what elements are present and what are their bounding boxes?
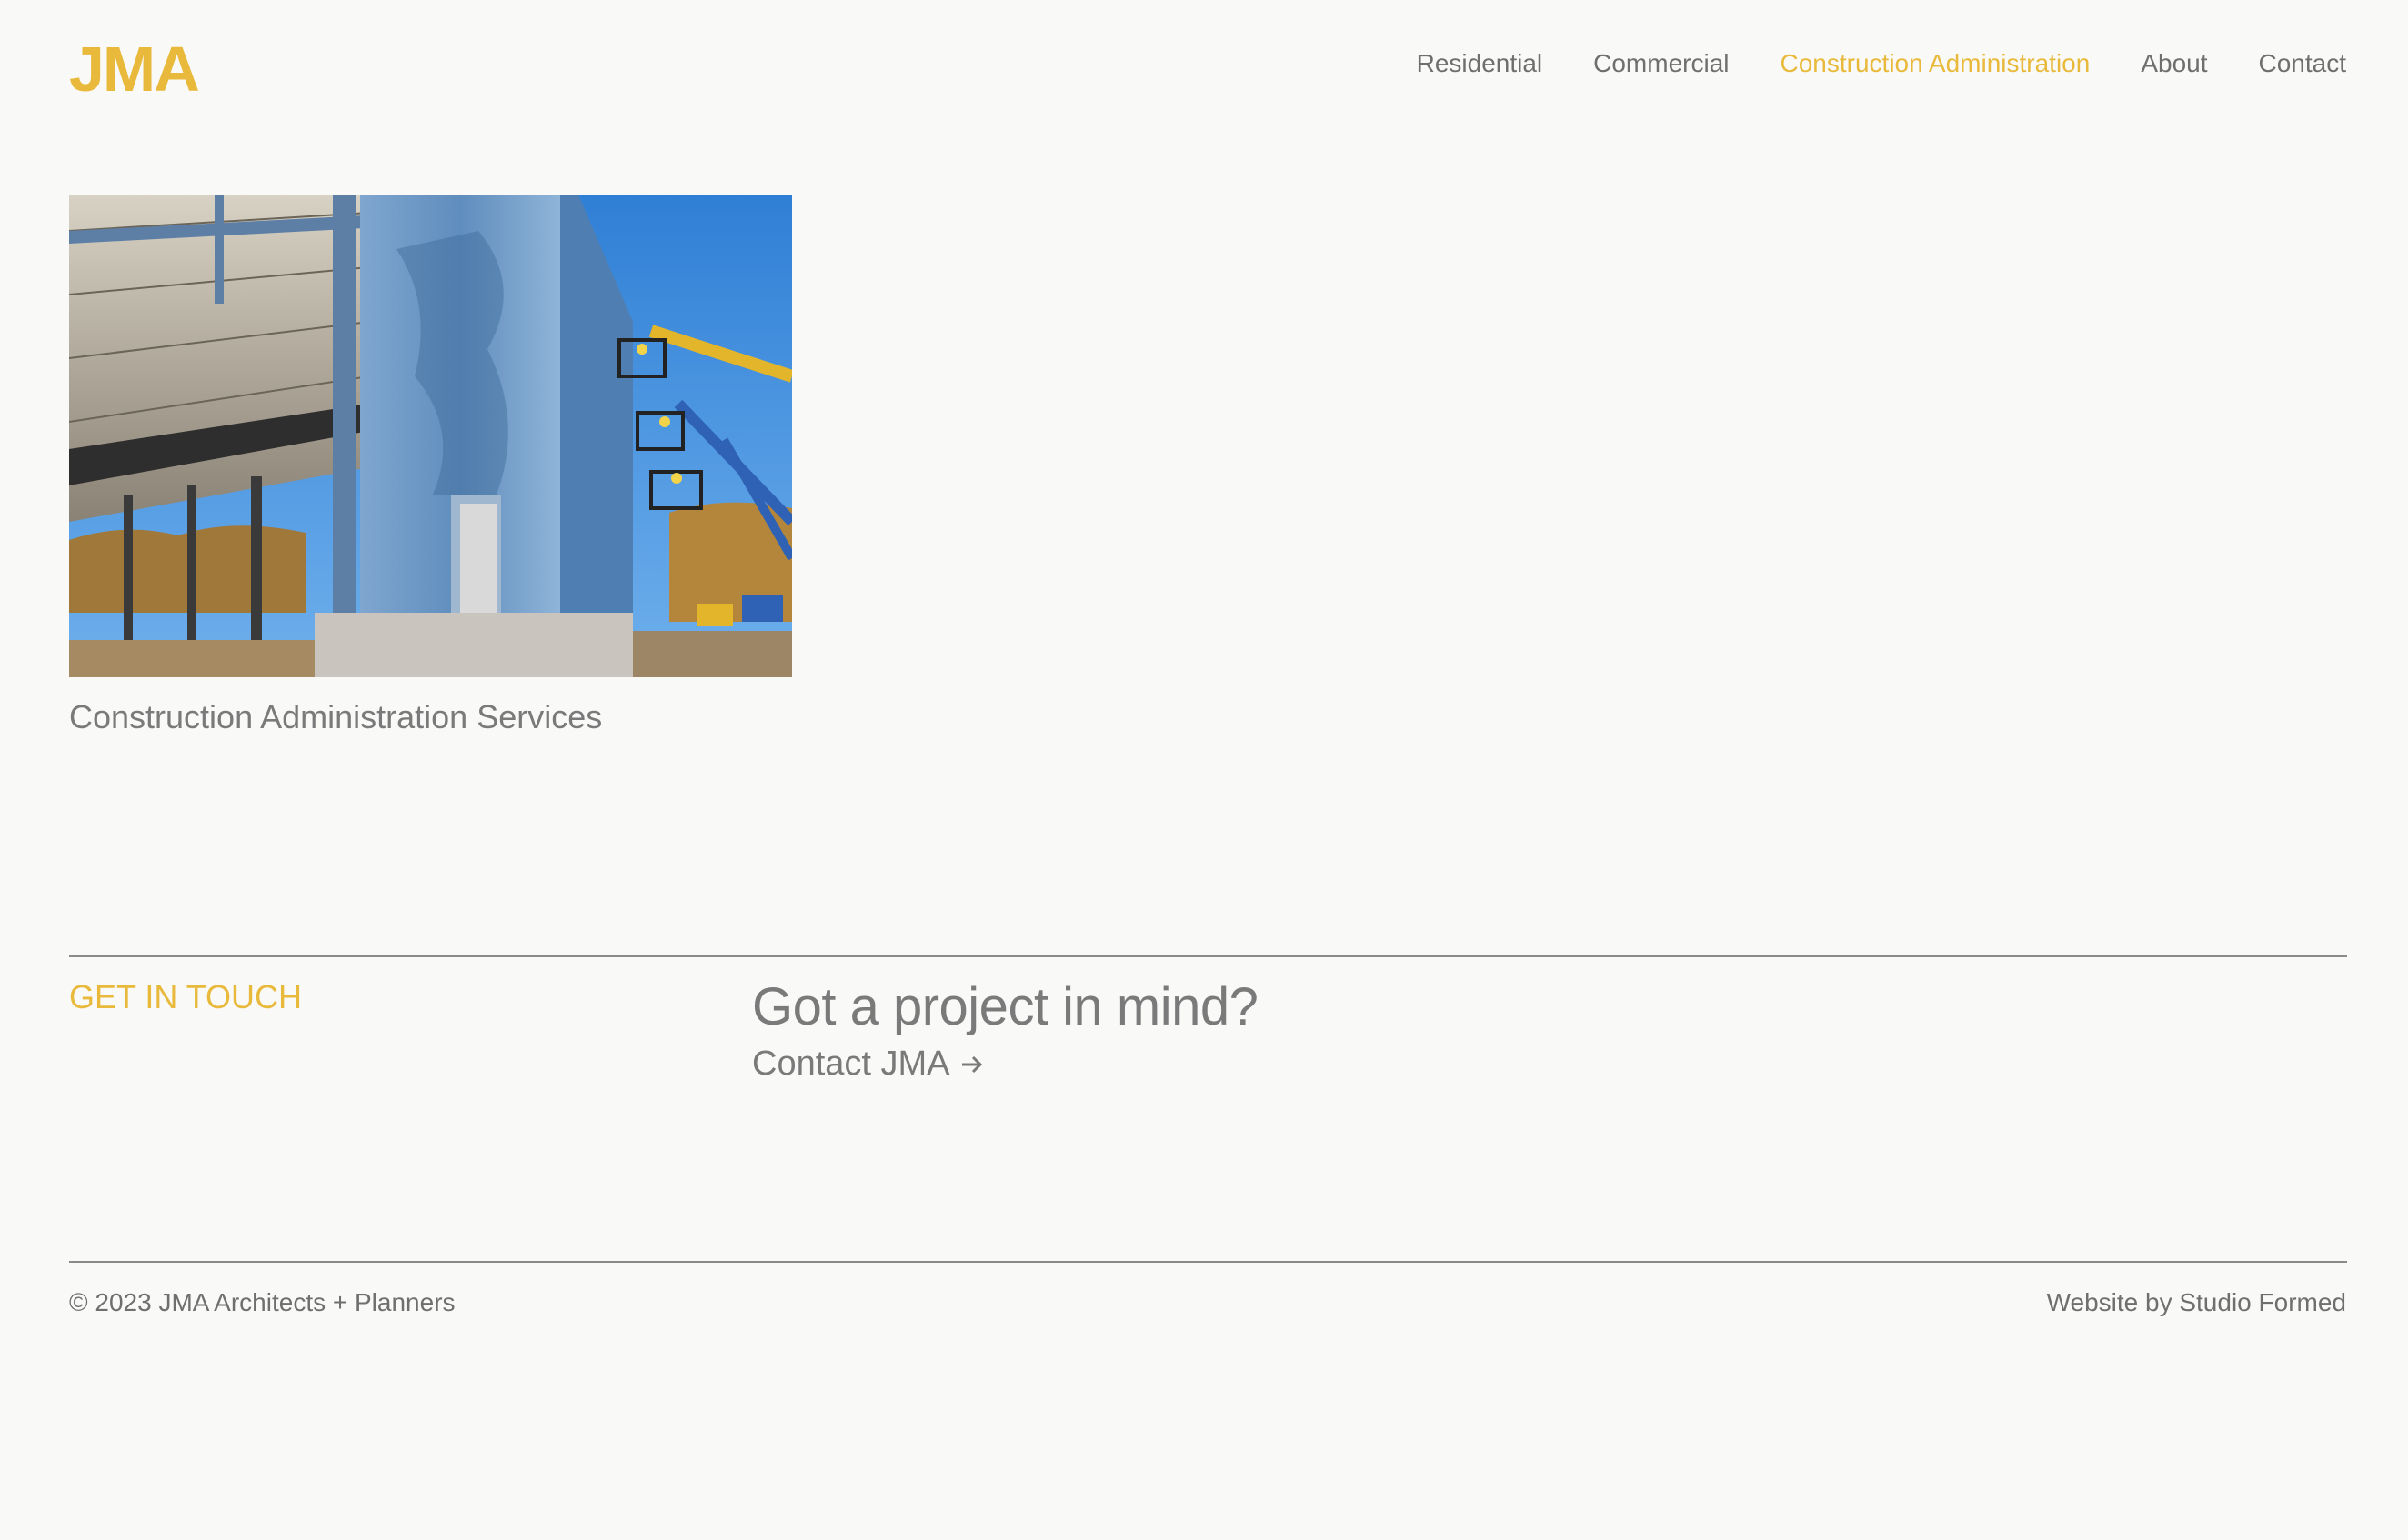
construction-site-photo[interactable] — [69, 195, 792, 677]
nav-commercial[interactable]: Commercial — [1593, 45, 1729, 82]
cta-heading: Got a project in mind? — [752, 977, 1259, 1036]
contact-jma-link[interactable]: Contact JMA — [752, 1042, 985, 1085]
contact-jma-label: Contact JMA — [752, 1045, 950, 1083]
copyright-text: © 2023 JMA Architects + Planners — [69, 1288, 456, 1316]
nav-residential[interactable]: Residential — [1417, 45, 1543, 82]
nav-construction-administration[interactable]: Construction Administration — [1781, 45, 2091, 82]
nav-contact[interactable]: Contact — [2259, 45, 2347, 82]
site-logo[interactable]: JMA — [69, 33, 200, 105]
get-in-touch-label: GET IN TOUCH — [69, 978, 303, 1015]
main-nav: Residential Commercial Construction Admi… — [1366, 45, 2346, 82]
section-divider — [69, 955, 2347, 957]
project-title[interactable]: Construction Administration Services — [69, 695, 792, 739]
arrow-right-icon — [961, 1055, 982, 1074]
project-card[interactable]: Construction Administration Services — [69, 195, 792, 739]
studio-credit-link[interactable]: Website by Studio Formed — [2047, 1285, 2346, 1320]
footer-divider — [69, 1261, 2347, 1263]
nav-about[interactable]: About — [2141, 45, 2207, 82]
